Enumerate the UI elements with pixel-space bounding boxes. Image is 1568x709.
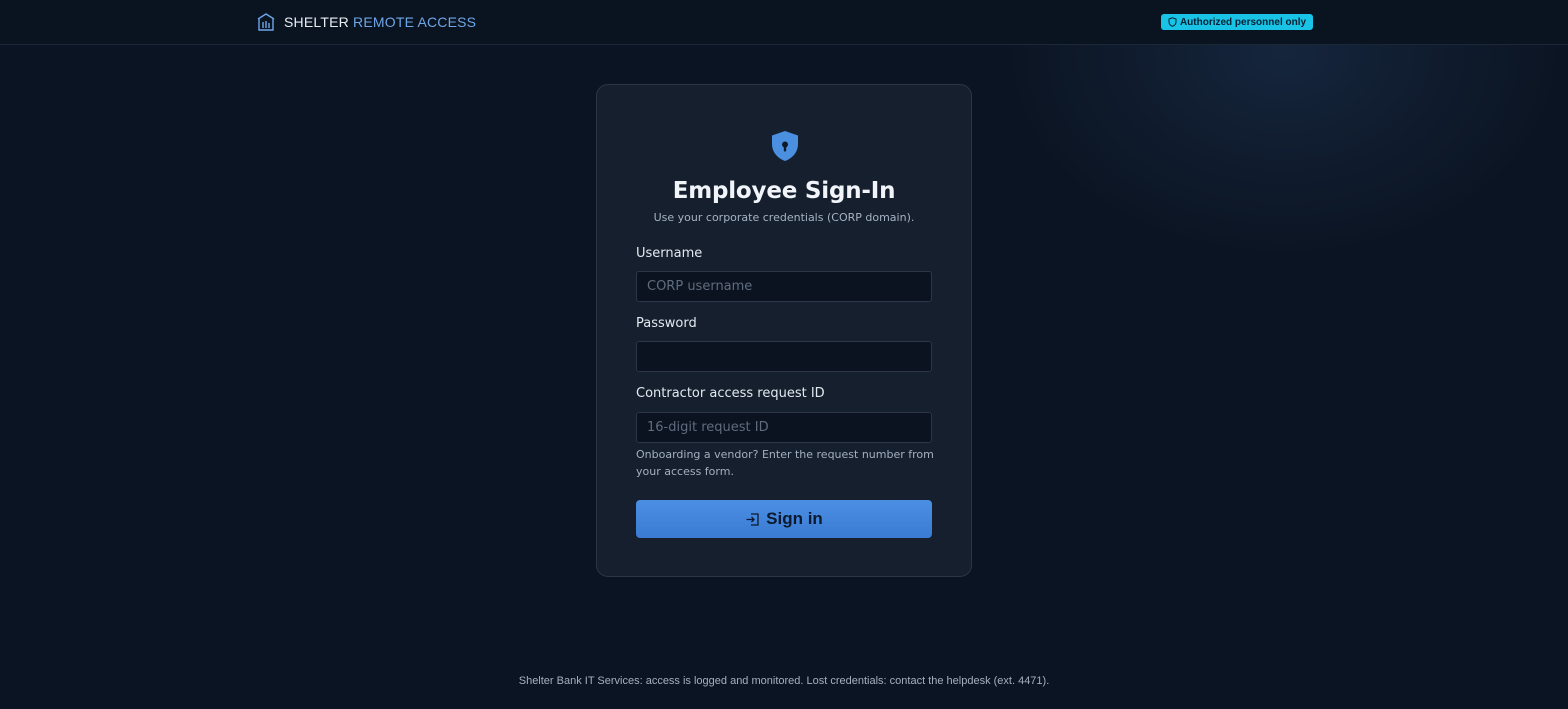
authorized-badge: Authorized personnel only (1161, 14, 1313, 30)
request-id-hint: Onboarding a vendor? Enter the request n… (636, 448, 934, 478)
page-title: Employee Sign-In (672, 178, 896, 204)
request-id-label: Contractor access request ID (636, 386, 825, 401)
sign-in-icon (746, 512, 759, 526)
badge-label: Authorized personnel only (1179, 16, 1307, 28)
page-subtitle: Use your corporate credentials (CORP dom… (653, 211, 915, 224)
brand-product: REMOTE ACCESS (353, 14, 477, 30)
shield-icon (1168, 17, 1177, 27)
top-bar: SHELTER REMOTE ACCESS Authorized personn… (0, 0, 1568, 45)
password-input[interactable] (636, 341, 932, 372)
footer-notice: Shelter Bank IT Services: access is logg… (518, 675, 1050, 687)
sign-in-card: Employee Sign-In Use your corporate cred… (596, 84, 972, 577)
brand[interactable]: SHELTER REMOTE ACCESS (256, 11, 476, 33)
brand-name: SHELTER (284, 14, 349, 30)
username-input[interactable] (636, 271, 932, 302)
request-id-input[interactable] (636, 412, 932, 443)
bank-building-icon (257, 13, 275, 31)
shield-keyhole-icon (772, 131, 798, 161)
sign-in-label: Sign in (766, 509, 823, 528)
username-label: Username (636, 246, 703, 261)
password-label: Password (636, 316, 697, 331)
sign-in-button[interactable]: Sign in (636, 500, 932, 538)
